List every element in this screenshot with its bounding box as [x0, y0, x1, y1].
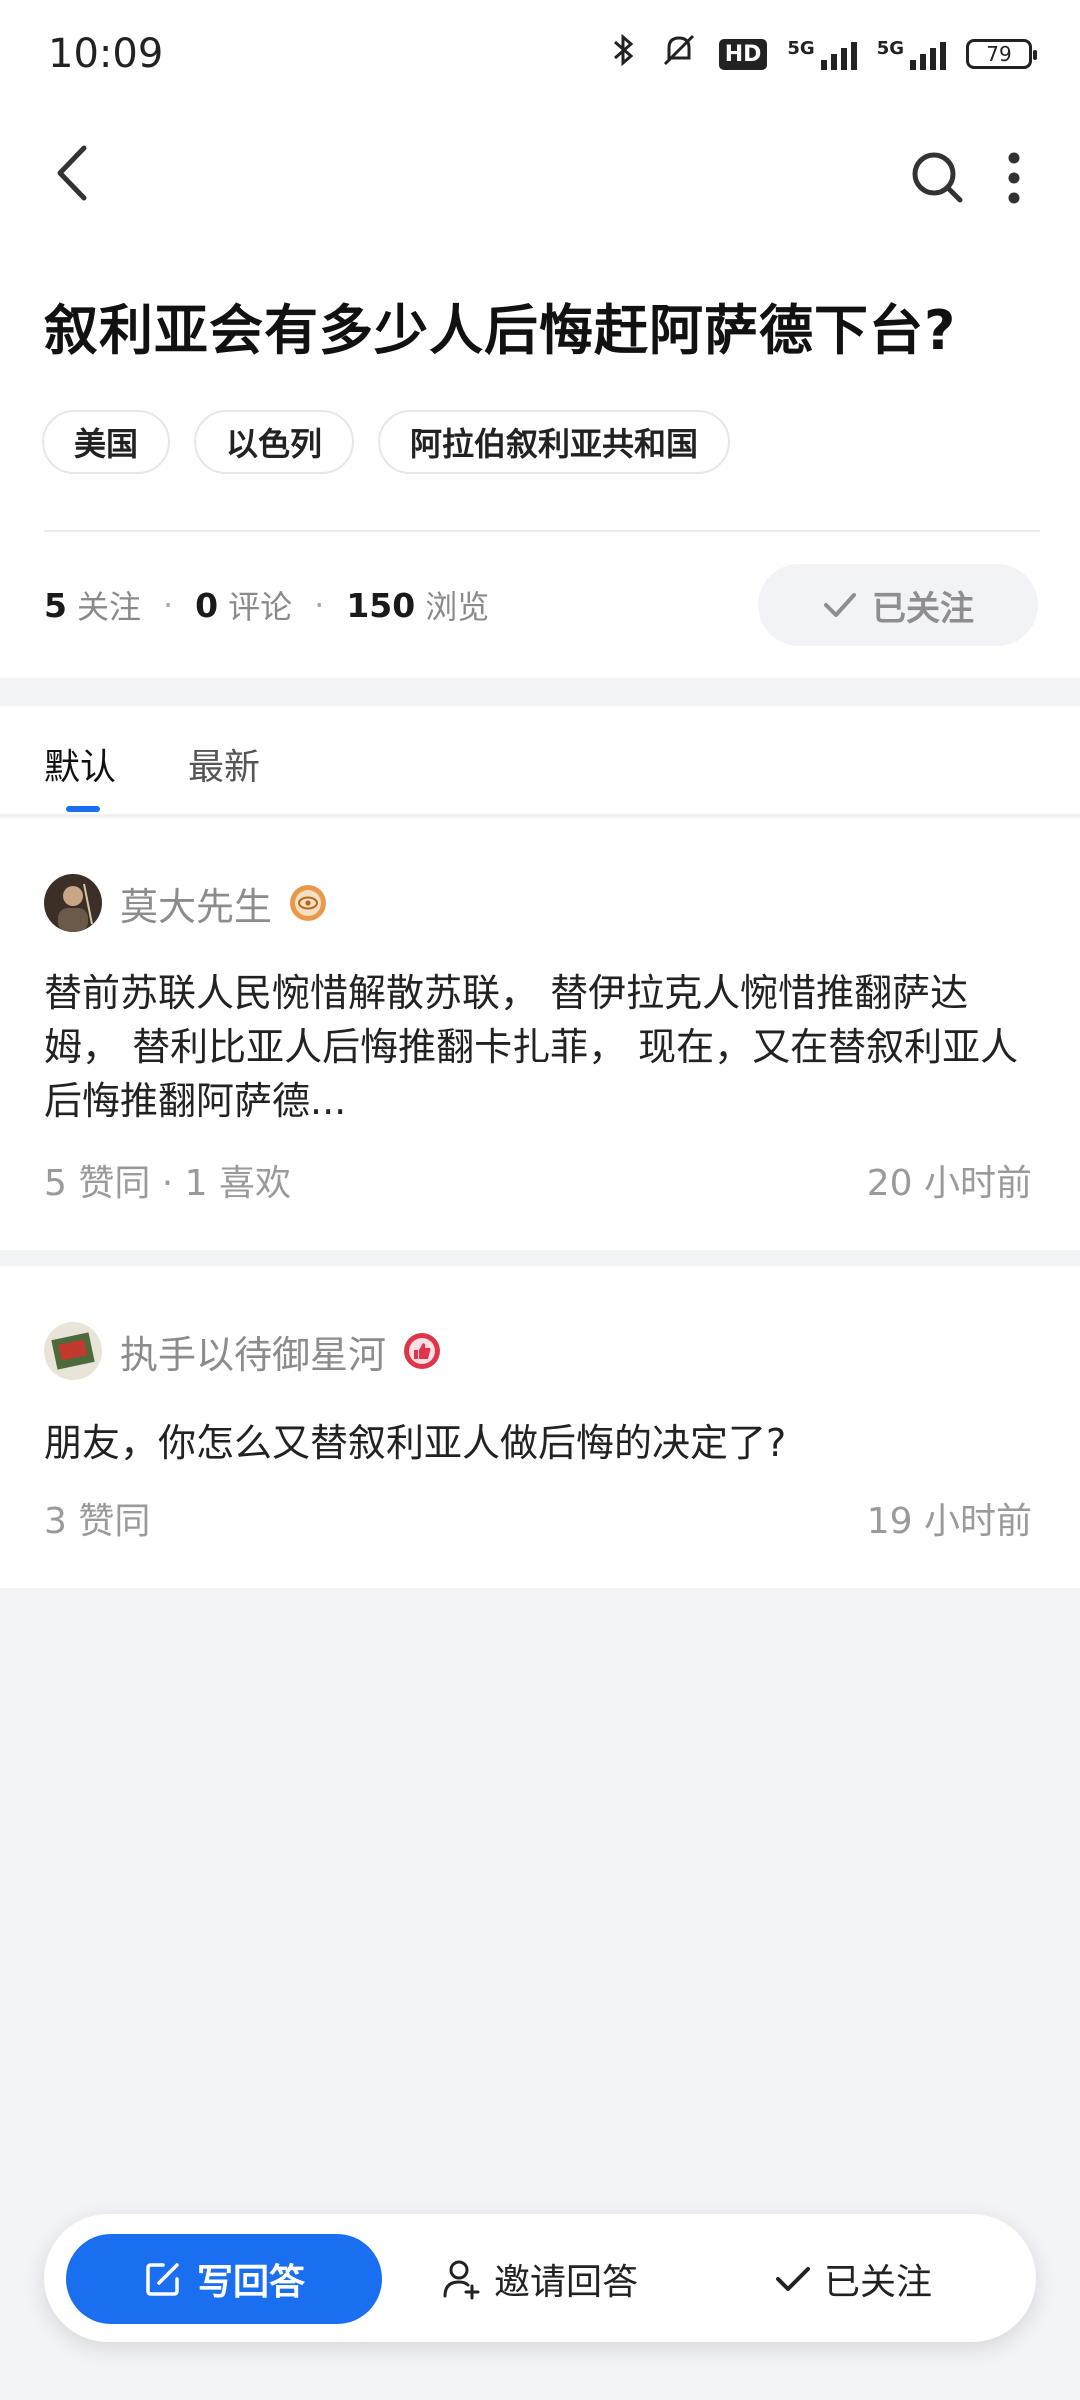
topic-list: 美国 以色列 阿拉伯叙利亚共和国 — [42, 410, 731, 474]
mute-bell-icon — [659, 32, 699, 76]
separator-dot: · — [162, 586, 174, 624]
comments-count: 0 — [195, 585, 219, 625]
comments-label[interactable]: 评论 — [228, 582, 292, 628]
author-name[interactable]: 莫大先生 — [120, 876, 272, 931]
bluetooth-icon — [609, 32, 639, 76]
answer-time: 20 小时前 — [866, 1163, 1032, 1204]
answer-meta: 5 赞同 · 1 喜欢 — [44, 1163, 292, 1204]
write-answer-label: 写回答 — [196, 2262, 305, 2303]
active-tab-indicator — [66, 806, 100, 812]
avatar[interactable] — [44, 1322, 102, 1380]
follow-question-button[interactable]: 已关注 — [758, 564, 1038, 646]
question-header: 叙利亚会有多少人后悔赶阿萨德下台? 美国 以色列 阿拉伯叙利亚共和国 5 关注 … — [0, 108, 1080, 678]
divider — [44, 530, 1040, 532]
checkmark-icon — [776, 2267, 810, 2291]
invite-answer-label: 邀请回答 — [494, 2262, 639, 2303]
network-type-2: 5G — [876, 38, 904, 59]
more-options-button[interactable] — [998, 148, 1030, 208]
network-type-1: 5G — [787, 38, 815, 59]
followed-label: 已关注 — [824, 2262, 933, 2303]
answer-meta: 3 赞同 — [44, 1501, 151, 1542]
eye-badge-icon — [288, 883, 328, 923]
status-bar: 10:09 HD 5G 5G 79 — [0, 0, 1080, 108]
thumbs-up-badge-icon — [402, 1331, 442, 1371]
back-arrow-icon — [57, 145, 87, 201]
tab-default[interactable]: 默认 — [44, 738, 116, 790]
search-button[interactable] — [908, 148, 968, 208]
question-stats: 5 关注 · 0 评论 · 150 浏览 — [44, 582, 489, 628]
invite-answer-button[interactable]: 邀请回答 — [442, 2234, 638, 2324]
edit-icon — [146, 2263, 179, 2296]
answer-author[interactable]: 执手以待御星河 — [44, 1322, 442, 1380]
question-title: 叙利亚会有多少人后悔赶阿萨德下台? — [44, 299, 957, 362]
follow-button-label: 已关注 — [872, 588, 974, 629]
question-page: 10:09 HD 5G 5G 79 叙利亚会有多少人后悔赶阿萨德下台? 美国 以… — [0, 0, 1080, 2400]
answer-author[interactable]: 莫大先生 — [44, 874, 328, 932]
write-answer-button[interactable]: 写回答 — [66, 2234, 382, 2324]
back-button[interactable] — [44, 138, 104, 208]
follows-count: 5 — [44, 585, 67, 625]
answer-excerpt[interactable]: 朋友，你怎么又替叙利亚人做后悔的决定了? — [44, 1416, 1034, 1470]
sort-tabs: 默认 最新 — [0, 706, 1080, 816]
topic-chip[interactable]: 阿拉伯叙利亚共和国 — [378, 410, 731, 474]
add-person-icon — [443, 2260, 480, 2300]
views-count: 150 — [346, 585, 416, 625]
author-name[interactable]: 执手以待御星河 — [120, 1324, 386, 1379]
followed-button[interactable]: 已关注 — [774, 2234, 932, 2324]
status-time: 10:09 — [48, 31, 164, 77]
answer-excerpt[interactable]: 替前苏联人民惋惜解散苏联， 替伊拉克人惋惜推翻萨达姆， 替利比亚人后悔推翻卡扎菲… — [44, 966, 1034, 1128]
signal-1-icon: 5G — [787, 38, 857, 70]
separator-dot: · — [314, 586, 325, 624]
search-icon — [912, 152, 963, 203]
tab-latest[interactable]: 最新 — [188, 738, 260, 790]
topic-chip[interactable]: 美国 — [42, 410, 171, 474]
answer-card[interactable]: 执手以待御星河 朋友，你怎么又替叙利亚人做后悔的决定了? 3 赞同 19 小时前 — [0, 1266, 1080, 1588]
signal-2-icon: 5G — [877, 38, 946, 70]
battery-icon: 79 — [966, 39, 1037, 69]
answer-time: 19 小时前 — [866, 1501, 1032, 1542]
hd-voice-badge: HD — [718, 38, 768, 70]
status-icons: HD 5G 5G 79 — [609, 32, 1037, 76]
avatar[interactable] — [44, 874, 102, 932]
topic-chip[interactable]: 以色列 — [194, 410, 355, 474]
checkmark-icon — [824, 593, 856, 617]
more-vertical-icon — [1008, 152, 1020, 204]
nav-bar — [0, 108, 1080, 238]
answer-card[interactable]: 莫大先生 替前苏联人民惋惜解散苏联， 替伊拉克人惋惜推翻萨达姆， 替利比亚人后悔… — [0, 818, 1080, 1250]
views-label: 浏览 — [425, 588, 490, 626]
bottom-action-bar: 写回答 邀请回答 已关注 — [44, 2214, 1036, 2342]
follows-label: 关注 — [76, 588, 141, 626]
